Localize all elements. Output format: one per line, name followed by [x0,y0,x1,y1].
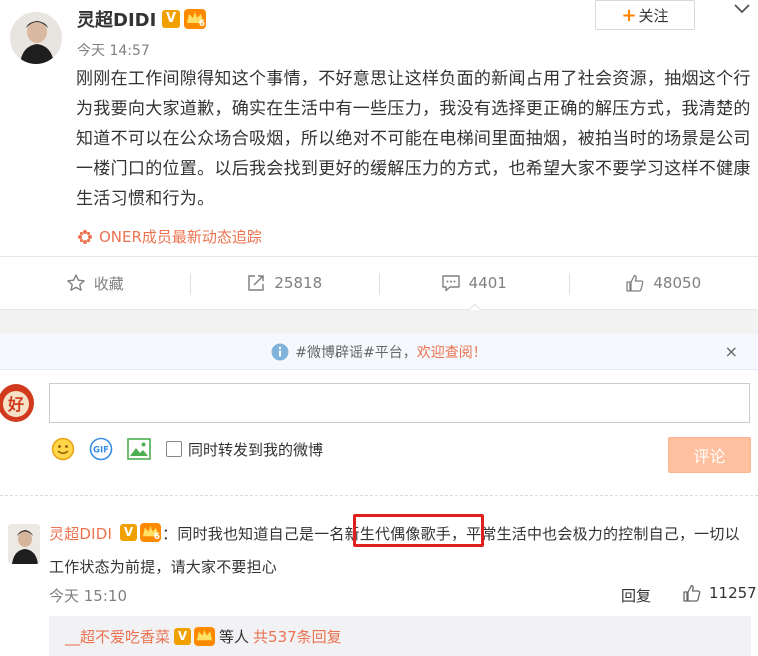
notice-text: #微博辟谣#平台， [295,344,417,361]
topic-label: ONER成员最新动态追踪 [99,228,262,246]
member-level: 6 [153,532,160,542]
thumbs-up-icon [683,584,701,602]
repost-button[interactable]: 25818 [189,257,380,309]
sub-reply-summary[interactable]: __超不爱吃香菜 V 等人 共537条回复 [49,616,751,656]
favorite-label: 收藏 [93,274,124,293]
verified-icon: V [120,524,137,541]
post-timestamp[interactable]: 今天 14:57 [77,40,150,60]
section-separator [0,310,758,334]
follow-button[interactable]: + 关注 [595,0,695,30]
sub-reply-suffix: 等人 [219,627,250,646]
rumor-notice: #微博辟谣#平台， 欢迎查阅！ × [0,334,758,370]
like-count: 48050 [653,274,702,292]
comment-text-part1: 同时我也知道自己是一名 [177,525,345,543]
reply-button[interactable]: 回复 [621,585,651,606]
comment-input[interactable] [49,383,750,423]
comment-like-button[interactable]: 11257 [682,583,757,603]
current-user-avatar[interactable]: 好 [0,383,36,423]
notice-link[interactable]: 欢迎查阅！ [417,342,487,362]
emoji-icon[interactable] [51,437,75,461]
comment-timestamp: 今天 15:10 [49,587,127,605]
like-button[interactable]: 48050 [568,257,758,309]
gif-icon[interactable]: GIF [89,437,113,461]
commenter-name[interactable]: 灵超DIDI [49,525,112,543]
member-badge-icon [194,626,216,646]
highlight-annotation [353,514,484,547]
submit-comment-button[interactable]: 评论 [668,437,751,473]
image-icon[interactable] [127,438,151,460]
favorite-button[interactable]: 收藏 [0,257,190,309]
sub-reply-username[interactable]: __超不爱吃香菜 [65,626,170,647]
repost-icon [248,275,265,291]
member-badge-icon: 6 [184,9,206,29]
member-level: 6 [198,19,205,29]
repost-checkbox[interactable] [166,441,182,457]
comment-like-count: 11257 [709,584,757,602]
repost-count: 25818 [274,274,323,292]
comment-count: 4401 [468,274,507,292]
author-name[interactable]: 灵超DIDI [77,6,156,32]
comment-colon: ： [162,525,178,543]
gif-label: GIF [93,446,109,456]
divider [0,495,758,496]
comment-button[interactable]: 4401 [379,257,569,309]
commenter-avatar[interactable] [8,524,40,564]
comment-icon [441,275,460,292]
repost-checkbox-label[interactable]: 同时转发到我的微博 [188,439,323,460]
flower-icon [78,229,92,244]
plus-icon: + [621,4,637,26]
follow-label: 关注 [638,6,669,25]
star-icon [67,274,85,291]
verified-icon: V [162,10,180,28]
topic-tag[interactable]: ONER成员最新动态追踪 [77,226,262,247]
sub-reply-count[interactable]: 共537条回复 [253,626,342,647]
verified-icon: V [174,627,192,645]
member-badge-icon: 6 [140,523,161,542]
action-bar: 收藏 25818 4401 48050 [0,256,758,310]
thumbs-up-icon [626,274,644,292]
svg-text:好: 好 [7,395,24,414]
post-content: 刚刚在工作间隙得知这个事情，不好意思让这样负面的新闻占用了社会资源，抽烟这个行为… [76,69,751,209]
close-icon[interactable]: × [725,342,738,361]
chevron-down-icon[interactable] [732,2,752,16]
info-icon [271,343,289,360]
author-avatar[interactable] [10,12,62,64]
